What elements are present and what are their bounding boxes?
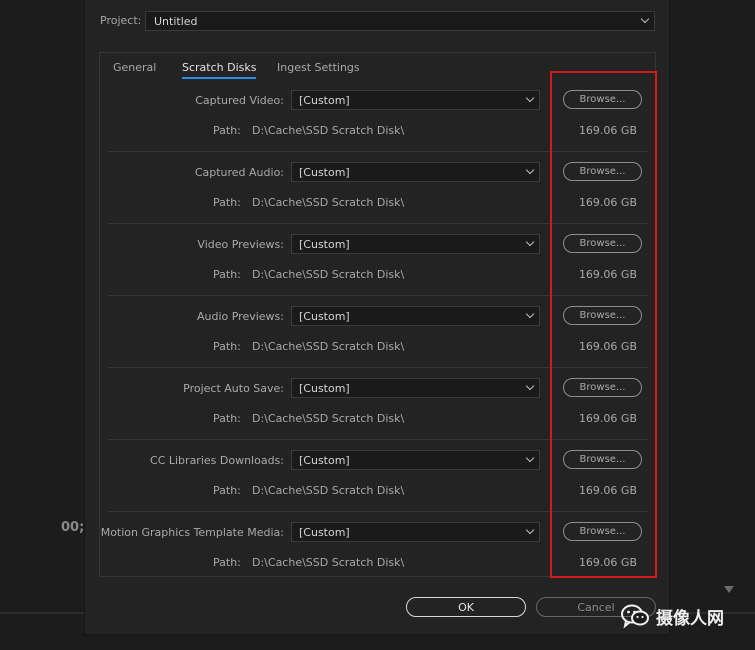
background-timecode: 00; <box>61 520 85 535</box>
chevron-down-icon <box>525 453 535 463</box>
free-space-value: 169.06 GB <box>578 556 637 569</box>
scratch-row-cc-libraries-downloads: CC Libraries Downloads: [Custom] Browse.… <box>108 440 648 512</box>
project-settings-dialog: Project: Untitled General Scratch Disks … <box>84 0 670 635</box>
location-select-value: [Custom] <box>299 454 350 467</box>
browse-button[interactable]: Browse... <box>563 378 642 397</box>
background-panel-right <box>668 0 755 650</box>
chevron-down-icon <box>525 93 535 103</box>
path-value: D:\Cache\SSD Scratch Disk\ <box>252 196 405 209</box>
scratch-row-audio-previews: Audio Previews: [Custom] Browse... Path:… <box>108 296 648 368</box>
path-label: Path: <box>213 556 241 569</box>
free-space-value: 169.06 GB <box>578 484 637 497</box>
browse-button[interactable]: Browse... <box>563 234 642 253</box>
free-space-value: 169.06 GB <box>578 412 637 425</box>
project-select-value: Untitled <box>154 15 198 28</box>
path-value: D:\Cache\SSD Scratch Disk\ <box>252 412 405 425</box>
project-select[interactable]: Untitled <box>145 11 655 31</box>
path-label: Path: <box>213 196 241 209</box>
location-select-value: [Custom] <box>299 238 350 251</box>
location-select[interactable]: [Custom] <box>291 90 540 110</box>
ok-button[interactable]: OK <box>406 597 526 617</box>
location-select-value: [Custom] <box>299 94 350 107</box>
row-label: CC Libraries Downloads: <box>150 454 284 467</box>
scratch-row-project-auto-save: Project Auto Save: [Custom] Browse... Pa… <box>108 368 648 440</box>
browse-button[interactable]: Browse... <box>563 90 642 109</box>
row-label: Project Auto Save: <box>183 382 284 395</box>
location-select-value: [Custom] <box>299 310 350 323</box>
scroll-down-arrow-icon[interactable] <box>724 586 734 593</box>
scratch-row-captured-audio: Captured Audio: [Custom] Browse... Path:… <box>108 152 648 224</box>
row-label: Captured Audio: <box>194 166 284 179</box>
location-select[interactable]: [Custom] <box>291 234 540 254</box>
row-label: Audio Previews: <box>196 310 284 323</box>
path-value: D:\Cache\SSD Scratch Disk\ <box>252 484 405 497</box>
path-label: Path: <box>213 340 241 353</box>
chevron-down-icon <box>525 525 535 535</box>
free-space-value: 169.06 GB <box>578 196 637 209</box>
path-label: Path: <box>213 124 241 137</box>
tab-scratch-disks[interactable]: Scratch Disks <box>182 61 257 79</box>
browse-button[interactable]: Browse... <box>563 450 642 469</box>
scratch-row-captured-video: Captured Video: [Custom] Browse... Path:… <box>108 80 648 152</box>
location-select[interactable]: [Custom] <box>291 162 540 182</box>
watermark: 摄像人网 <box>620 601 724 631</box>
project-label: Project: <box>100 14 142 27</box>
location-select-value: [Custom] <box>299 382 350 395</box>
location-select-value: [Custom] <box>299 526 350 539</box>
chevron-down-icon <box>640 14 650 24</box>
path-value: D:\Cache\SSD Scratch Disk\ <box>252 340 405 353</box>
chevron-down-icon <box>525 381 535 391</box>
browse-button[interactable]: Browse... <box>563 306 642 325</box>
scratch-row-video-previews: Video Previews: [Custom] Browse... Path:… <box>108 224 648 296</box>
watermark-text: 摄像人网 <box>656 608 724 629</box>
chevron-down-icon <box>525 165 535 175</box>
browse-button[interactable]: Browse... <box>563 162 642 181</box>
row-label: Captured Video: <box>195 94 284 107</box>
path-label: Path: <box>213 268 241 281</box>
free-space-value: 169.06 GB <box>578 124 637 137</box>
settings-panel: General Scratch Disks Ingest Settings Ca… <box>99 52 656 577</box>
location-select[interactable]: [Custom] <box>291 450 540 470</box>
chevron-down-icon <box>525 237 535 247</box>
location-select[interactable]: [Custom] <box>291 378 540 398</box>
path-value: D:\Cache\SSD Scratch Disk\ <box>252 268 405 281</box>
wechat-icon <box>621 604 649 629</box>
path-value: D:\Cache\SSD Scratch Disk\ <box>252 556 405 569</box>
scratch-row-motion-graphics-template-media: Motion Graphics Template Media: [Custom]… <box>101 512 648 584</box>
path-value: D:\Cache\SSD Scratch Disk\ <box>252 124 405 137</box>
row-label: Motion Graphics Template Media: <box>100 526 284 539</box>
chevron-down-icon <box>525 309 535 319</box>
location-select[interactable]: [Custom] <box>291 306 540 326</box>
path-label: Path: <box>213 484 241 497</box>
browse-button[interactable]: Browse... <box>563 522 642 541</box>
background-panel-left <box>0 0 84 650</box>
location-select[interactable]: [Custom] <box>291 522 540 542</box>
tab-general[interactable]: General <box>113 61 156 77</box>
free-space-value: 169.06 GB <box>578 340 637 353</box>
location-select-value: [Custom] <box>299 166 350 179</box>
tab-ingest-settings[interactable]: Ingest Settings <box>277 61 360 77</box>
free-space-value: 169.06 GB <box>578 268 637 281</box>
row-label: Video Previews: <box>197 238 284 251</box>
path-label: Path: <box>213 412 241 425</box>
